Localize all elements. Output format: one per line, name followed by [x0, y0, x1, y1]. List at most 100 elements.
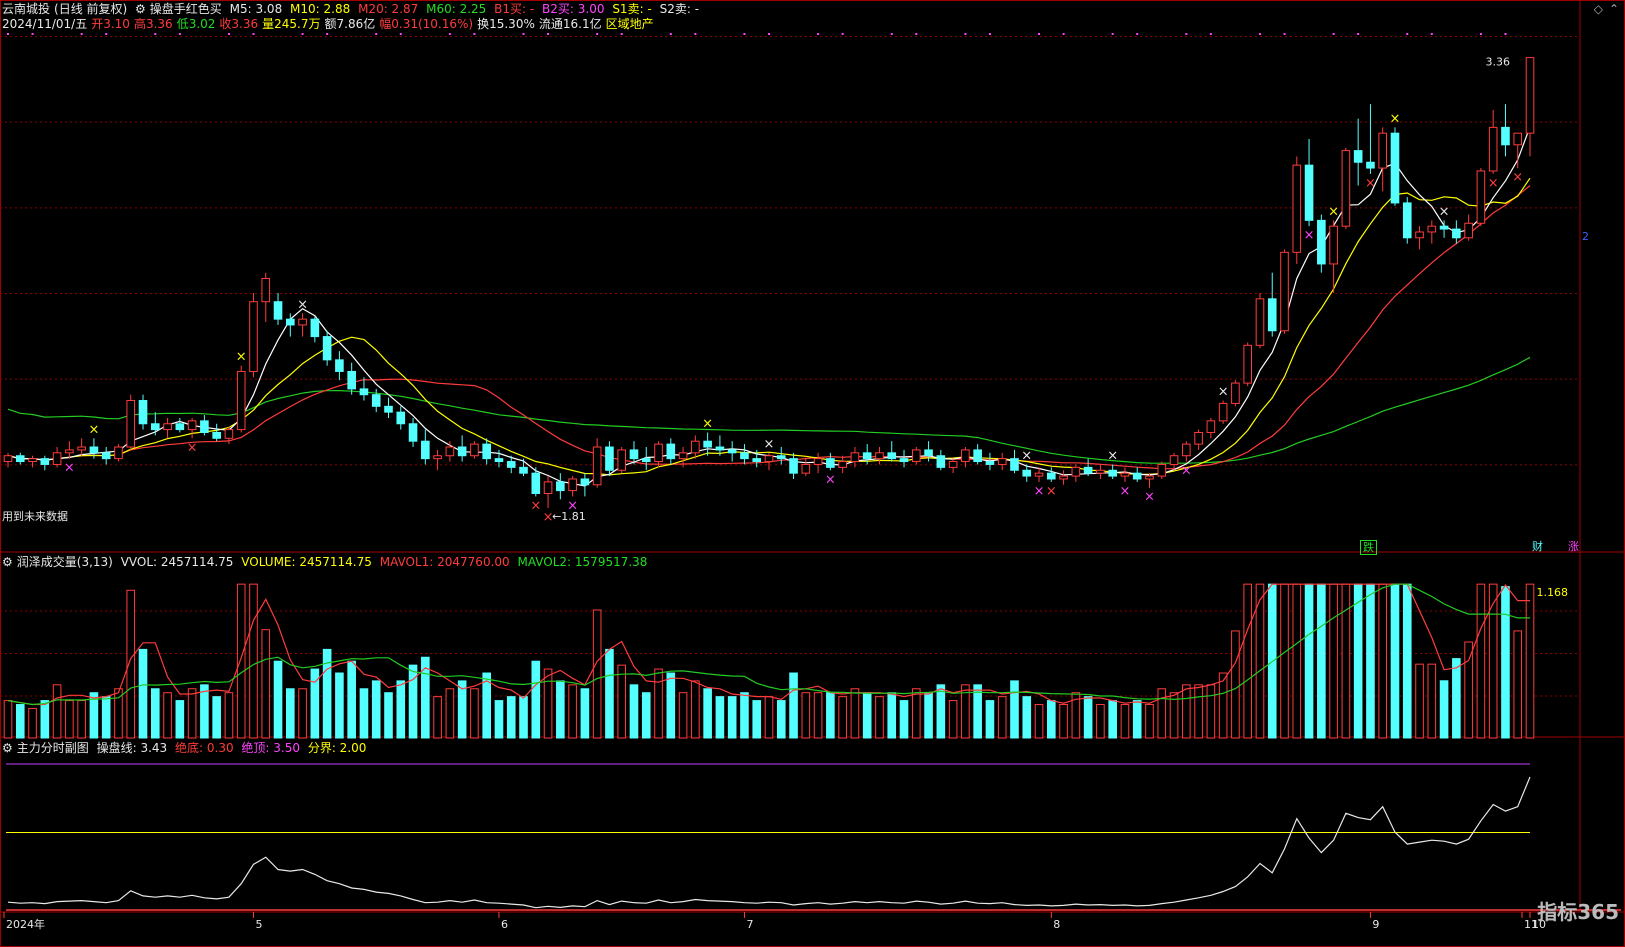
candle — [1047, 467, 1056, 482]
candle-body — [28, 458, 37, 463]
settings-icon[interactable]: ⚙ — [2, 741, 13, 755]
volume-bar — [924, 692, 933, 739]
period-label[interactable]: (日线 前复权) — [54, 2, 127, 16]
candle-body — [1317, 219, 1326, 265]
candle-body — [1501, 126, 1510, 146]
top-marker-dot — [694, 33, 697, 35]
quote-turnover: 换15.30% — [477, 17, 535, 31]
volume-bar — [347, 660, 356, 739]
tag-zhang[interactable]: 涨 — [1566, 540, 1581, 553]
candle-body — [531, 472, 541, 495]
candle-body — [666, 443, 676, 460]
volume-bar — [1488, 583, 1498, 739]
volume-bar — [1010, 680, 1019, 739]
candle — [1157, 461, 1167, 479]
candle-body — [691, 440, 700, 454]
top-marker-dot — [399, 33, 402, 35]
top-marker-dot — [1406, 33, 1409, 35]
chevron-up-icon[interactable]: ⌃ — [1609, 2, 1619, 16]
sub-title[interactable]: 主力分时副图 — [17, 741, 89, 755]
tag-cai[interactable]: 财 — [1530, 540, 1545, 553]
candle-body — [494, 458, 504, 463]
quote-sector[interactable]: 区域地产 — [606, 17, 654, 31]
candle — [838, 455, 847, 474]
top-marker-dot — [596, 33, 599, 35]
candle — [421, 429, 430, 465]
signal-marker: × — [1046, 484, 1057, 499]
candle — [52, 447, 62, 468]
candle — [1390, 127, 1400, 206]
volume-bar — [715, 696, 725, 739]
candle-body — [764, 455, 774, 463]
signal-marker: × — [1390, 111, 1401, 126]
candle-body — [1366, 161, 1375, 169]
stock-name[interactable]: 云南城投 — [2, 2, 50, 16]
candle-body — [641, 458, 651, 463]
vvol-value: VVOL: 2457114.75 — [120, 555, 234, 569]
candle-body — [1255, 298, 1265, 346]
candle-body — [335, 359, 344, 372]
diamond-icon[interactable]: ◇ — [1594, 2, 1603, 16]
candle — [1317, 214, 1326, 273]
volume-bar — [1427, 663, 1437, 739]
candle-body — [1034, 472, 1044, 477]
candle — [1083, 458, 1093, 477]
volume-bar — [1304, 583, 1314, 739]
candle — [249, 293, 258, 378]
volume-bar — [494, 700, 504, 739]
candle-body — [1194, 431, 1203, 445]
signal-marker: × — [1365, 176, 1376, 191]
volume-bar — [1047, 700, 1056, 739]
volume-bar — [65, 700, 74, 739]
settings-icon[interactable]: ⚙ — [135, 2, 146, 16]
volume-bar — [335, 672, 344, 739]
volume-bar — [985, 700, 995, 739]
candle — [1206, 417, 1216, 439]
candle — [543, 476, 553, 509]
volume-bar — [1513, 630, 1523, 739]
volume-bar — [764, 696, 774, 739]
operate-line — [7, 776, 1531, 909]
vol-title[interactable]: 润泽成交量(3,13) — [17, 555, 113, 569]
settings-icon[interactable]: ⚙ — [2, 555, 13, 569]
x-axis-label: 5 — [255, 918, 262, 931]
candle-body — [715, 446, 725, 451]
volume-bar — [261, 629, 271, 739]
candle — [1366, 104, 1375, 174]
candle — [764, 452, 774, 471]
candle-body — [654, 443, 663, 463]
tag-die[interactable]: 跌 — [1360, 540, 1377, 555]
future-data-note: 用到未来数据 — [2, 510, 68, 523]
volume-bar — [789, 672, 798, 739]
candle — [568, 476, 577, 497]
candle — [776, 447, 786, 465]
candle — [1439, 220, 1449, 238]
volume-bar — [703, 688, 712, 739]
kline-chart[interactable]: ××××××××××××× ××× ××××××××× ×←1.813.3621.16… — [0, 0, 1625, 947]
top-marker-dot — [1185, 33, 1188, 35]
candle-body — [470, 443, 479, 457]
volume-bar — [592, 609, 602, 739]
volume-bar — [101, 696, 111, 739]
candle — [1402, 197, 1412, 244]
candle-body — [421, 440, 430, 460]
volume-bar — [899, 700, 909, 739]
volume-bar — [997, 696, 1007, 739]
volume-bar — [249, 583, 258, 739]
volume-bar — [850, 688, 860, 739]
top-marker-dot — [743, 33, 746, 35]
candle-body — [310, 318, 320, 338]
candle — [163, 417, 172, 439]
candle — [236, 365, 246, 433]
candle — [482, 438, 491, 465]
s1-value: S1卖: - — [612, 2, 652, 16]
top-marker-dot — [1258, 33, 1261, 35]
top-marker-dot — [375, 33, 378, 35]
signal-marker: × — [1439, 204, 1450, 219]
indicator-name[interactable]: 操盘手红色买 — [150, 2, 222, 16]
top-marker-dot — [252, 33, 255, 35]
candle-body — [1525, 57, 1535, 134]
signal-marker: × — [236, 350, 247, 365]
candle-body — [1243, 344, 1252, 384]
candle-body — [359, 388, 369, 396]
